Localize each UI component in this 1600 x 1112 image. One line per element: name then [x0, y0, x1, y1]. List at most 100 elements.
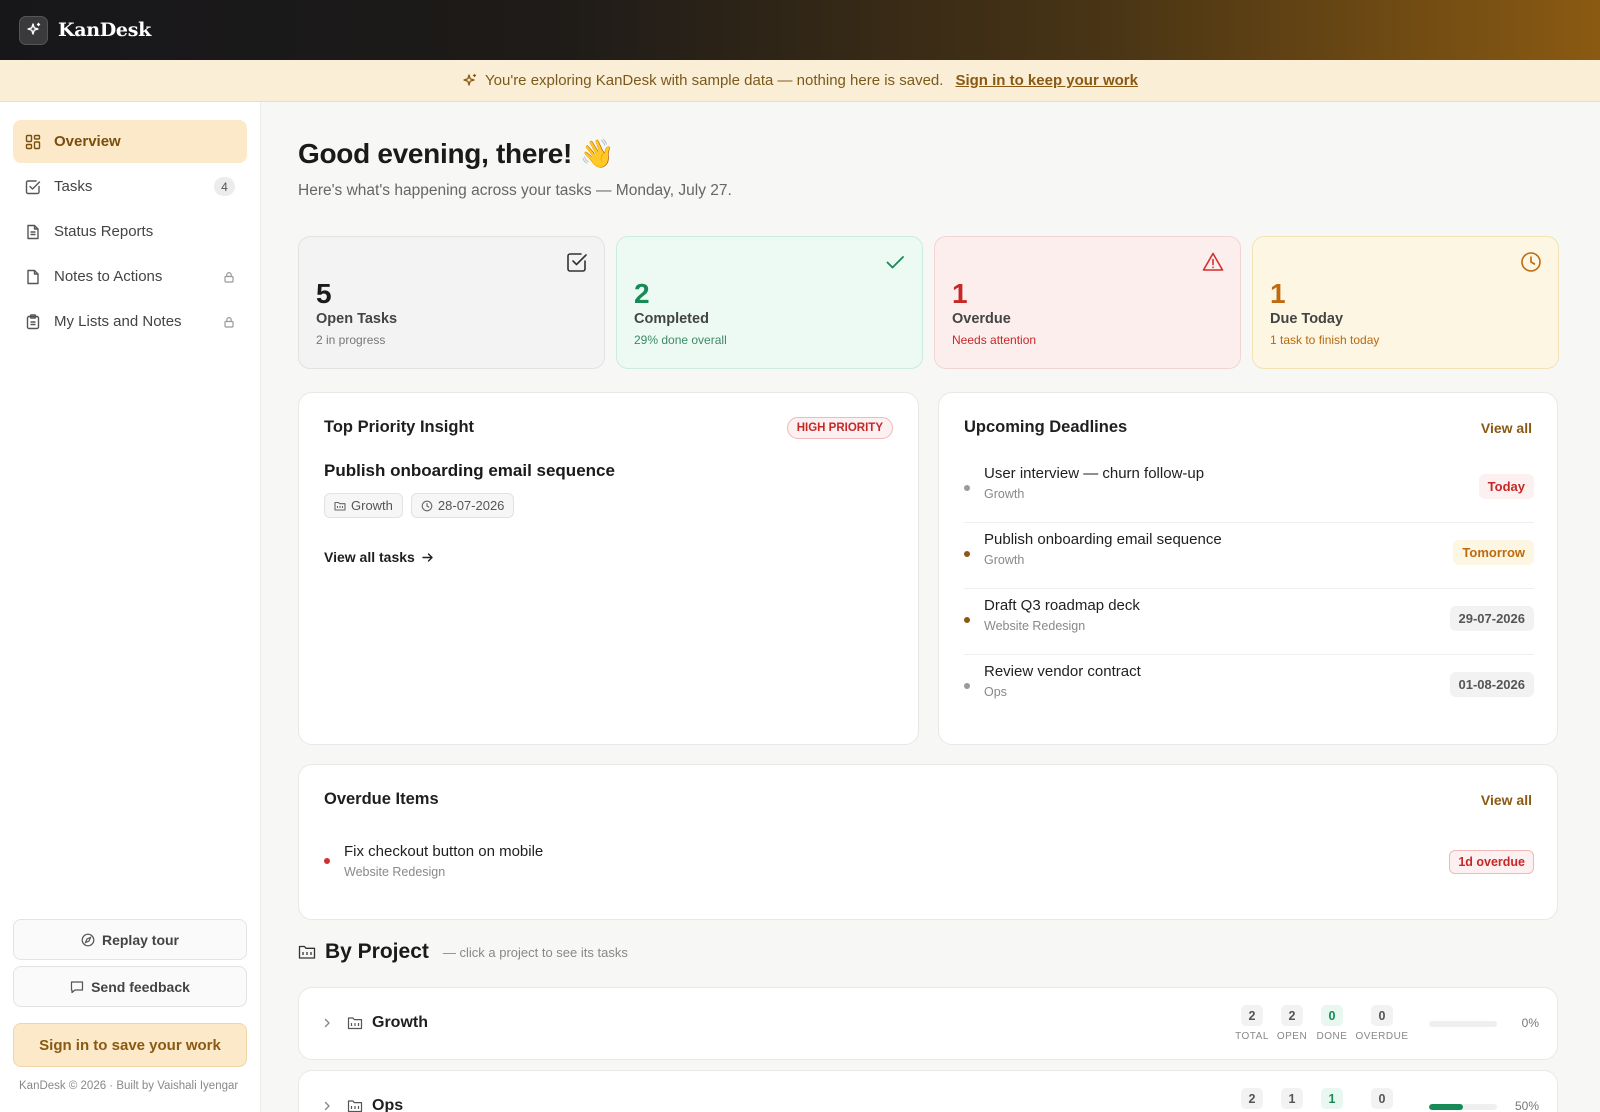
project-progress-percent: 50%: [1514, 1099, 1539, 1112]
deadline-row[interactable]: Draft Q3 roadmap deck Website Redesign 2…: [964, 589, 1534, 655]
deadline-task-name: Draft Q3 roadmap deck: [984, 597, 1140, 614]
metric-done: 0 DONE: [1317, 1005, 1347, 1042]
replay-tour-label: Replay tour: [101, 931, 179, 948]
status-dot: [964, 683, 970, 689]
project-metrics: 2 TOTAL 2 OPEN 0 DONE 0 OVERDUE: [1235, 1005, 1409, 1042]
sidebar-nav: Overview Tasks 4 Status Reports Notes to…: [0, 102, 260, 343]
stat-value: 1: [1270, 278, 1286, 309]
project-row-ops[interactable]: Ops 2TOTAL 1OPEN 1DONE 0OVERDUE 50%: [298, 1070, 1558, 1112]
folder-icon: [298, 943, 316, 961]
clipboard-icon: [25, 313, 42, 330]
file-icon: [25, 268, 42, 285]
app-name[interactable]: KanDesk: [58, 19, 151, 41]
sidebar-item-notes-to-actions[interactable]: Notes to Actions: [13, 255, 247, 298]
metric-label: OVERDUE: [1355, 1031, 1409, 1042]
project-row-growth[interactable]: Growth 2 TOTAL 2 OPEN 0 DONE 0 OVERDUE 0%: [298, 987, 1558, 1060]
due-badge: Today: [1478, 474, 1534, 499]
metric-label: TOTAL: [1235, 1031, 1269, 1042]
page-title: Good evening, there! 👋: [298, 138, 615, 169]
banner-text: You're exploring KanDesk with sample dat…: [485, 72, 944, 89]
status-dot: [964, 617, 970, 623]
folder-icon: [347, 1098, 363, 1112]
overdue-items-card: Overdue Items View all Fix checkout butt…: [298, 764, 1558, 920]
sidebar: Overview Tasks 4 Status Reports Notes to…: [0, 102, 261, 1112]
deadline-project: Growth: [984, 487, 1025, 501]
project-progress-fill: [1429, 1104, 1463, 1110]
metric-value: 0: [1321, 1005, 1343, 1026]
folder-icon: [347, 1015, 363, 1031]
checkbox-icon: [566, 251, 588, 278]
replay-tour-button[interactable]: Replay tour: [13, 919, 247, 960]
task-chips: Growth 28-07-2026: [324, 493, 515, 518]
view-all-tasks-link[interactable]: View all tasks: [324, 549, 434, 565]
metric-open: 1OPEN: [1277, 1088, 1307, 1112]
due-badge: Tomorrow: [1453, 540, 1534, 565]
project-name: Growth: [372, 1014, 428, 1031]
top-priority-card: Top Priority Insight HIGH PRIORITY Publi…: [298, 392, 919, 745]
stat-title: Due Today: [1270, 311, 1344, 327]
chevron-right-icon[interactable]: [321, 1017, 333, 1029]
metric-value: 2: [1281, 1005, 1303, 1026]
lock-icon: [223, 316, 235, 328]
metric-overdue: 0 OVERDUE: [1355, 1005, 1409, 1042]
warning-icon: [1202, 251, 1224, 278]
project-chip-label: Growth: [351, 498, 393, 513]
deadline-task-name: User interview — churn follow-up: [984, 465, 1205, 482]
deadline-task-name: Publish onboarding email sequence: [984, 531, 1222, 548]
deadline-row[interactable]: User interview — churn follow-up Growth …: [964, 457, 1534, 523]
sidebar-item-tasks[interactable]: Tasks 4: [13, 165, 247, 208]
view-all-tasks-label: View all tasks: [324, 549, 415, 565]
send-feedback-button[interactable]: Send feedback: [13, 966, 247, 1007]
sign-in-button[interactable]: Sign in to save your work: [13, 1023, 247, 1067]
compass-icon: [81, 933, 95, 947]
banner-sign-in-link[interactable]: Sign in to keep your work: [955, 72, 1138, 89]
card-title: Upcoming Deadlines: [964, 418, 1128, 436]
metric-done: 1DONE: [1317, 1088, 1347, 1112]
sparkle-logo-icon[interactable]: [19, 15, 48, 45]
status-dot: [964, 551, 970, 557]
deadline-task-name: Review vendor contract: [984, 663, 1141, 680]
deadline-row[interactable]: Review vendor contract Ops 01-08-2026: [964, 655, 1534, 721]
stat-value: 1: [952, 278, 968, 309]
send-feedback-label: Send feedback: [91, 978, 190, 995]
stat-card-completed[interactable]: 2 Completed 29% done overall: [616, 236, 923, 369]
status-dot: [964, 485, 970, 491]
sidebar-item-status-reports[interactable]: Status Reports: [13, 210, 247, 253]
sidebar-item-my-lists-and-notes[interactable]: My Lists and Notes: [13, 300, 247, 343]
insight-task-title[interactable]: Publish onboarding email sequence: [324, 461, 615, 481]
date-chip-label: 28-07-2026: [437, 498, 505, 513]
stat-subtitle: 1 task to finish today: [1270, 333, 1380, 347]
deadline-project: Growth: [984, 553, 1025, 567]
stat-value: 2: [634, 278, 650, 309]
by-project-header: By Project — click a project to see its …: [298, 940, 628, 964]
deadlines-view-all-link[interactable]: View all: [1481, 420, 1532, 436]
metric-total: 2 TOTAL: [1235, 1005, 1269, 1042]
metric-open: 2 OPEN: [1277, 1005, 1307, 1042]
priority-badge: HIGH PRIORITY: [786, 417, 893, 439]
card-title: Overdue Items: [324, 790, 439, 808]
section-hint: — click a project to see its tasks: [442, 944, 628, 960]
deadline-row[interactable]: Publish onboarding email sequence Growth…: [964, 523, 1534, 589]
sidebar-item-overview[interactable]: Overview: [13, 120, 247, 163]
stat-card-overdue[interactable]: 1 Overdue Needs attention: [934, 236, 1241, 369]
sidebar-item-label: Notes to Actions: [54, 268, 163, 285]
project-metrics: 2TOTAL 1OPEN 1DONE 0OVERDUE: [1237, 1088, 1407, 1112]
overdue-row[interactable]: Fix checkout button on mobile Website Re…: [324, 835, 1534, 885]
stat-subtitle: 2 in progress: [316, 333, 386, 347]
page-subtitle: Here's what's happening across your task…: [298, 182, 732, 199]
lock-icon: [223, 271, 235, 283]
sidebar-item-label: Tasks: [54, 178, 93, 195]
tasks-count-badge: 4: [214, 177, 235, 196]
date-chip: 28-07-2026: [410, 493, 515, 518]
stat-card-due-today[interactable]: 1 Due Today 1 task to finish today: [1252, 236, 1559, 369]
card-title: Top Priority Insight: [324, 418, 475, 436]
metric-value: 0: [1371, 1005, 1393, 1026]
chevron-right-icon[interactable]: [321, 1100, 333, 1112]
sidebar-item-label: My Lists and Notes: [54, 313, 182, 330]
grid-icon: [25, 133, 42, 150]
overdue-view-all-link[interactable]: View all: [1481, 792, 1532, 808]
stat-card-open-tasks[interactable]: 5 Open Tasks 2 in progress: [298, 236, 605, 369]
arrow-right-icon: [421, 551, 434, 564]
folder-icon: [334, 500, 346, 512]
section-title: By Project: [325, 940, 429, 963]
